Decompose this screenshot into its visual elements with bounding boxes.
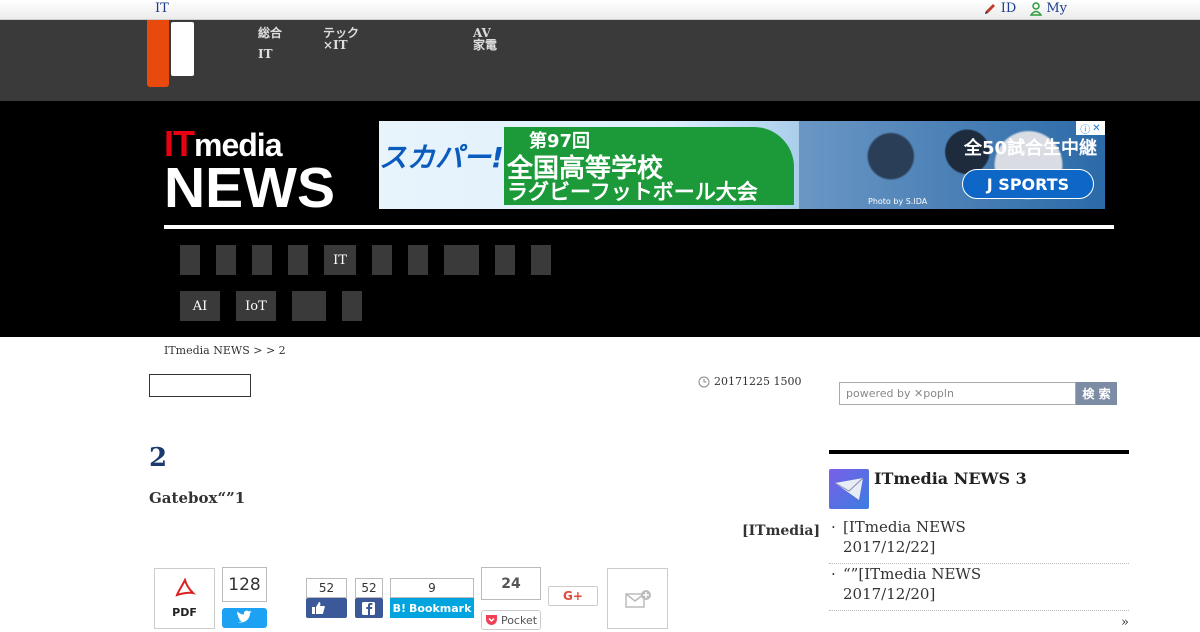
logo-news: NEWS [164,156,335,220]
google-plus-button[interactable]: G+ [548,586,598,606]
pocket-button[interactable]: Pocket [481,610,541,630]
header-divider [164,225,1114,229]
nav-tab[interactable] [495,245,515,275]
tweet-count: 128 [222,567,267,602]
pdf-button[interactable]: PDF [154,568,215,629]
network-item-av[interactable]: AV 家電 [473,27,497,51]
nav-tab[interactable] [408,245,428,275]
clock-icon [698,376,710,387]
nav-tab[interactable] [531,245,551,275]
pencil-icon [984,3,995,14]
nav-tab[interactable] [180,245,200,275]
pocket-label: Pocket [500,613,538,627]
fb-share-count: 52 [355,578,383,598]
hatena-bookmark-button[interactable]: B! Bookmark [390,598,474,618]
site-search: powered by ✕popln 検 索 [839,382,1117,405]
bullet-icon: · [831,565,836,583]
itmedia-logo-mark [171,22,194,76]
sidebar-divider [829,450,1129,454]
article-subtitle: Gatebox“”1 [149,489,246,507]
category-nav-row2: AI IoT [180,291,378,321]
pocket-count: 24 [481,567,541,600]
ad-skyperfect: スカパー! [379,141,504,174]
facebook-like-button[interactable] [306,598,347,618]
hatena-count: 9 [390,578,474,598]
user-icon [1030,1,1043,16]
ad-close-icon[interactable]: ✕ [1092,123,1100,134]
hatena-b-icon: B! [392,601,406,615]
network-item-general-line2: IT [258,47,273,61]
article-title: 2 [149,443,168,473]
ad-info-icon[interactable]: ⓘ [1080,121,1090,136]
hatena-label: Bookmark [408,601,472,615]
newsletter-icon [829,469,869,509]
article-source: [ITmedia] [742,523,821,539]
tweet-button[interactable] [222,608,267,628]
network-item-av-line2: 家電 [473,38,498,52]
nav-tab[interactable] [216,245,236,275]
network-item-general[interactable]: 総合 IT [258,27,282,60]
pocket-icon [485,615,497,625]
facebook-share-button[interactable] [355,598,383,618]
banner-ad[interactable]: スカパー! 第97回 全国高等学校 ラグビーフットボール大会 全50試合生中継 … [379,121,1105,209]
nav-tab[interactable] [292,291,326,321]
sidebar-more-link[interactable]: » [1121,615,1129,630]
nav-tab-ai[interactable]: AI [180,291,220,321]
twitter-icon [237,610,252,623]
nav-tab[interactable] [342,291,362,321]
search-button[interactable]: 検 索 [1076,382,1117,405]
id-link[interactable]: ID [983,1,1017,16]
publish-date: 20171225 1500 [698,375,801,388]
itmedia-news-logo[interactable]: ITmedia NEWS [164,123,335,220]
itmedia-logo-tab[interactable] [147,20,169,87]
sidebar-list-item[interactable]: · “”[ITmedia NEWS 2017/12/20] [829,564,1129,611]
top-right-links: ID My [983,1,1067,16]
nav-tab[interactable] [252,245,272,275]
mail-button[interactable] [607,568,668,629]
ad-line3: ラグビーフットボール大会 [507,180,758,204]
sidebar-item-line1: [ITmedia NEWS [843,518,966,536]
ad-right-text: 全50試合生中継 [964,138,1098,159]
ad-controls: ⓘ ✕ [1076,121,1105,136]
pdf-icon [174,578,196,597]
ad-photo-credit: Photo by S.IDA [868,197,928,206]
thumbs-up-icon [312,602,325,614]
nav-tab[interactable] [372,245,392,275]
id-link-label: ID [1000,1,1017,16]
sidebar-item-line1: “”[ITmedia NEWS [843,565,982,583]
ad-cta-button[interactable]: J SPORTS [962,169,1094,199]
nav-tab[interactable] [444,245,479,275]
category-nav-row1: IT [180,245,567,275]
mail-add-icon [624,589,651,608]
breadcrumb[interactable]: ITmedia NEWS > > 2 [164,344,286,357]
sidebar-item-line2: 2017/12/20] [843,585,936,603]
publish-date-text: 20171225 1500 [714,375,802,388]
network-item-tech-line2: ×IT [323,38,348,52]
top-utility-bar: IT ID My [0,0,1200,20]
like-count: 52 [306,578,347,598]
sidebar-list-item[interactable]: · [ITmedia NEWS 2017/12/22] [829,517,1129,564]
search-input[interactable]: powered by ✕popln [839,382,1076,405]
sidebar-title: ITmedia NEWS 3 [874,469,1027,488]
top-it-link[interactable]: IT [155,1,169,16]
nav-tab[interactable] [288,245,308,275]
nav-tab-it[interactable]: IT [324,245,356,275]
facebook-icon [362,602,375,615]
my-link-label: My [1046,1,1067,16]
network-item-general-line1: 総合 [258,26,283,40]
network-item-tech[interactable]: テック ×IT [323,27,359,51]
series-label-box [149,374,251,397]
sidebar-item-line2: 2017/12/22] [843,538,936,556]
bullet-icon: · [831,518,836,536]
pdf-label: PDF [172,606,197,619]
my-link[interactable]: My [1030,1,1067,16]
nav-tab-iot[interactable]: IoT [236,291,276,321]
